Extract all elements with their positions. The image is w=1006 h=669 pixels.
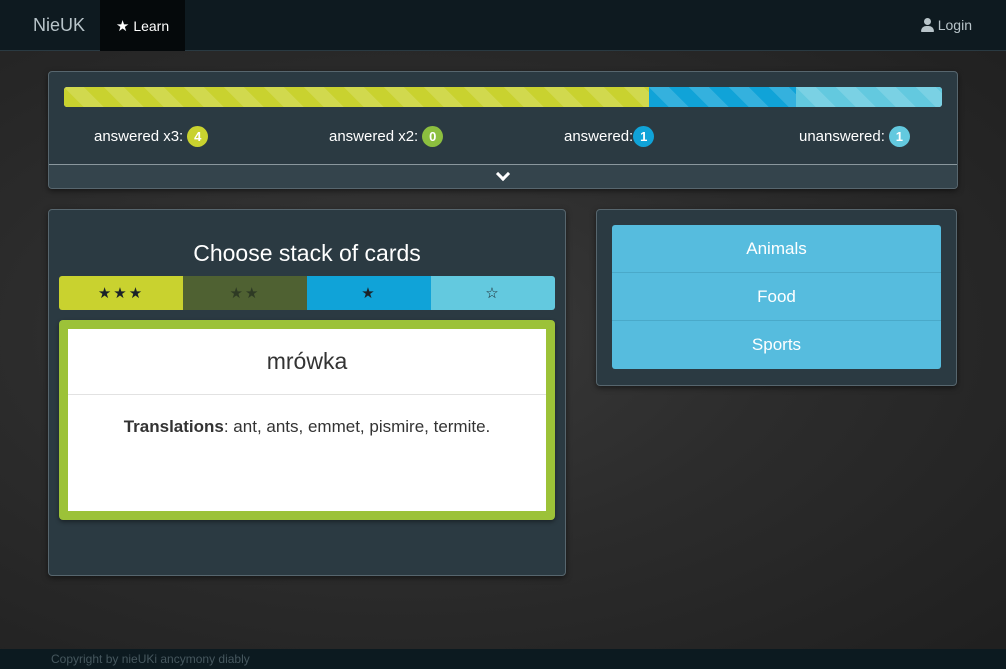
flashcard-translations: Translations: ant, ants, emmet, pismire,… [68, 395, 546, 437]
navbar: NieUK ★ Learn Login [0, 0, 1006, 51]
categories-panel: Animals Food Sports [596, 209, 957, 386]
progress-segment-answered-x3 [64, 87, 650, 107]
brand-link[interactable]: NieUK [33, 15, 85, 36]
stat-label: answered x3: [94, 128, 184, 145]
star-icon: ★ [115, 17, 130, 35]
flashcard-body: mrówka Translations: ant, ants, emmet, p… [68, 329, 546, 511]
stack-tab-no-stars[interactable]: ☆ [431, 276, 555, 310]
progress-stats: answered x3: 4 answered x2: 0 answered: … [49, 126, 957, 150]
flashcard-word: mrówka [68, 329, 546, 395]
stack-tab-three-stars[interactable]: ★★★ [59, 276, 183, 310]
progress-segment-answered [649, 87, 796, 107]
count-badge: 1 [888, 126, 910, 147]
stat-answered-x3: answered x3: 4 [94, 126, 209, 147]
stat-label: unanswered: [799, 128, 885, 145]
cards-title: Choose stack of cards [193, 240, 421, 266]
nav-login-link[interactable]: Login [920, 17, 972, 33]
page-footer: Copyright by nieUKi ancymony diably [0, 649, 1006, 669]
progress-segment-unanswered [795, 87, 942, 107]
stack-tab-one-star[interactable]: ★ [307, 276, 431, 310]
stack-tab-two-stars[interactable]: ★★ [183, 276, 307, 310]
stat-unanswered: unanswered: 1 [799, 126, 910, 147]
category-sports[interactable]: Sports [612, 321, 941, 369]
flashcard[interactable]: mrówka Translations: ant, ants, emmet, p… [59, 320, 555, 520]
nav-learn-label: Learn [133, 17, 170, 34]
cards-panel: Choose stack of cards ★★★ ★★ ★ ☆ mrówka … [48, 209, 566, 576]
stack-tabs: ★★★ ★★ ★ ☆ [59, 276, 555, 310]
count-badge: 0 [422, 126, 444, 147]
translations-label: Translations [123, 417, 224, 436]
nav-login-label: Login [937, 17, 972, 33]
translations-text: : ant, ants, emmet, pismire, termite. [223, 417, 491, 436]
chevron-down-icon [495, 166, 511, 182]
stat-label: answered: [564, 128, 634, 145]
category-animals[interactable]: Animals [612, 225, 941, 273]
stat-label: answered x2: [329, 128, 419, 145]
nav-learn-link[interactable]: ★ Learn [100, 0, 185, 51]
stat-answered-x2: answered x2: 0 [329, 126, 444, 147]
category-food[interactable]: Food [612, 273, 941, 321]
count-badge: 4 [187, 126, 209, 147]
progress-bar [64, 87, 942, 107]
count-badge: 1 [633, 126, 655, 147]
stat-answered: answered: 1 [564, 126, 655, 147]
category-list: Animals Food Sports [612, 225, 941, 369]
expand-toggle[interactable] [49, 164, 957, 188]
user-icon [920, 18, 934, 32]
progress-panel: answered x3: 4 answered x2: 0 answered: … [48, 71, 958, 189]
